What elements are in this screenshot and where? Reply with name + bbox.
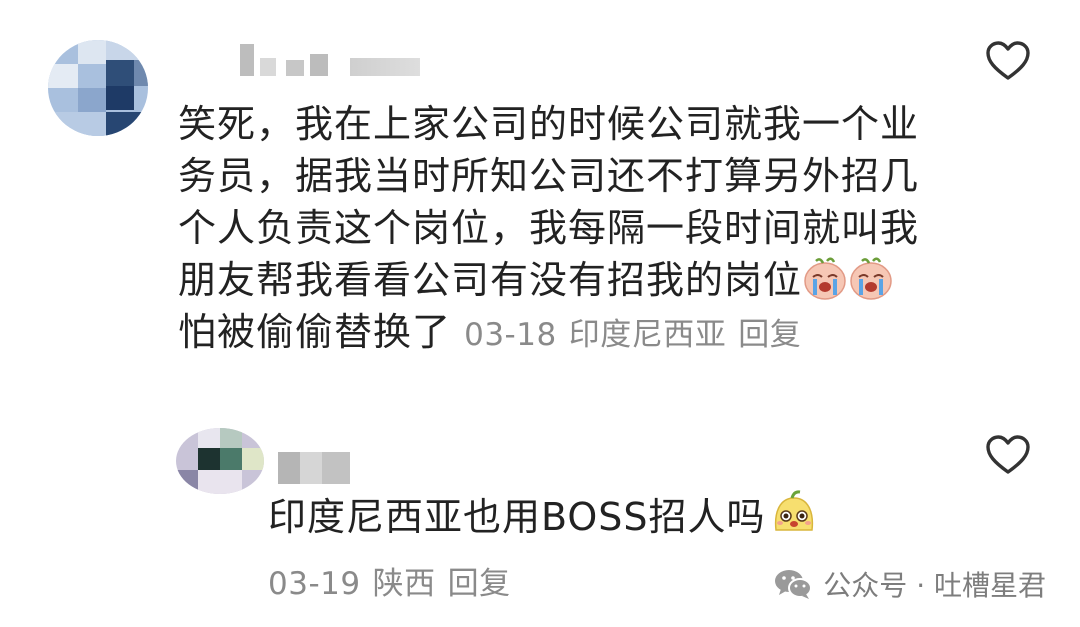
comment-line: 怕被偷偷替换了 03-18 印度尼西亚 回复 <box>178 306 968 361</box>
comment-line: 笑死，我在上家公司的时候公司就我一个业 <box>178 102 920 146</box>
wechat-icon <box>775 570 813 599</box>
reply-button[interactable]: 回复 <box>448 566 511 602</box>
username-blurred[interactable] <box>190 44 420 78</box>
avatar[interactable] <box>48 40 148 136</box>
comment-meta: 03-18 印度尼西亚 回复 <box>464 317 813 353</box>
crying-face-icon <box>802 255 848 301</box>
watermark-text: 公众号 · 吐槽星君 <box>823 569 1046 602</box>
like-heart-icon[interactable] <box>984 38 1032 86</box>
username-blurred[interactable] <box>278 452 368 486</box>
comment-line: 个人负责这个岗位，我每隔一段时间就叫我 <box>178 206 920 250</box>
comment-meta: 03-19 陕西 回复 <box>268 558 523 603</box>
comment-body: 印度尼西亚也用BOSS招人吗 <box>268 490 968 543</box>
like-heart-icon[interactable] <box>984 432 1032 480</box>
comment-body: 笑死，我在上家公司的时候公司就我一个业 务员，据我当时所知公司还不打算另外招几 … <box>178 98 968 361</box>
crying-face-icon <box>848 255 894 301</box>
comment-line: 朋友帮我看看公司有没有招我的岗位 <box>178 254 968 306</box>
comment-location: 印度尼西亚 <box>568 317 727 353</box>
avatar[interactable] <box>176 428 264 494</box>
comment-line: 务员，据我当时所知公司还不打算另外招几 <box>178 154 920 198</box>
comment-date: 03-18 <box>464 317 557 353</box>
reply-button[interactable]: 回复 <box>738 317 801 353</box>
comment-text: 印度尼西亚也用BOSS招人吗 <box>268 495 766 539</box>
comment-date: 03-19 <box>268 566 361 602</box>
watermark: 公众号 · 吐槽星君 <box>773 562 1046 606</box>
comment-location: 陕西 <box>372 566 436 602</box>
cute-face-icon <box>770 490 818 538</box>
comment-line-text: 怕被偷偷替换了 <box>178 310 452 354</box>
comment-line-text: 朋友帮我看看公司有没有招我的岗位 <box>178 258 803 302</box>
